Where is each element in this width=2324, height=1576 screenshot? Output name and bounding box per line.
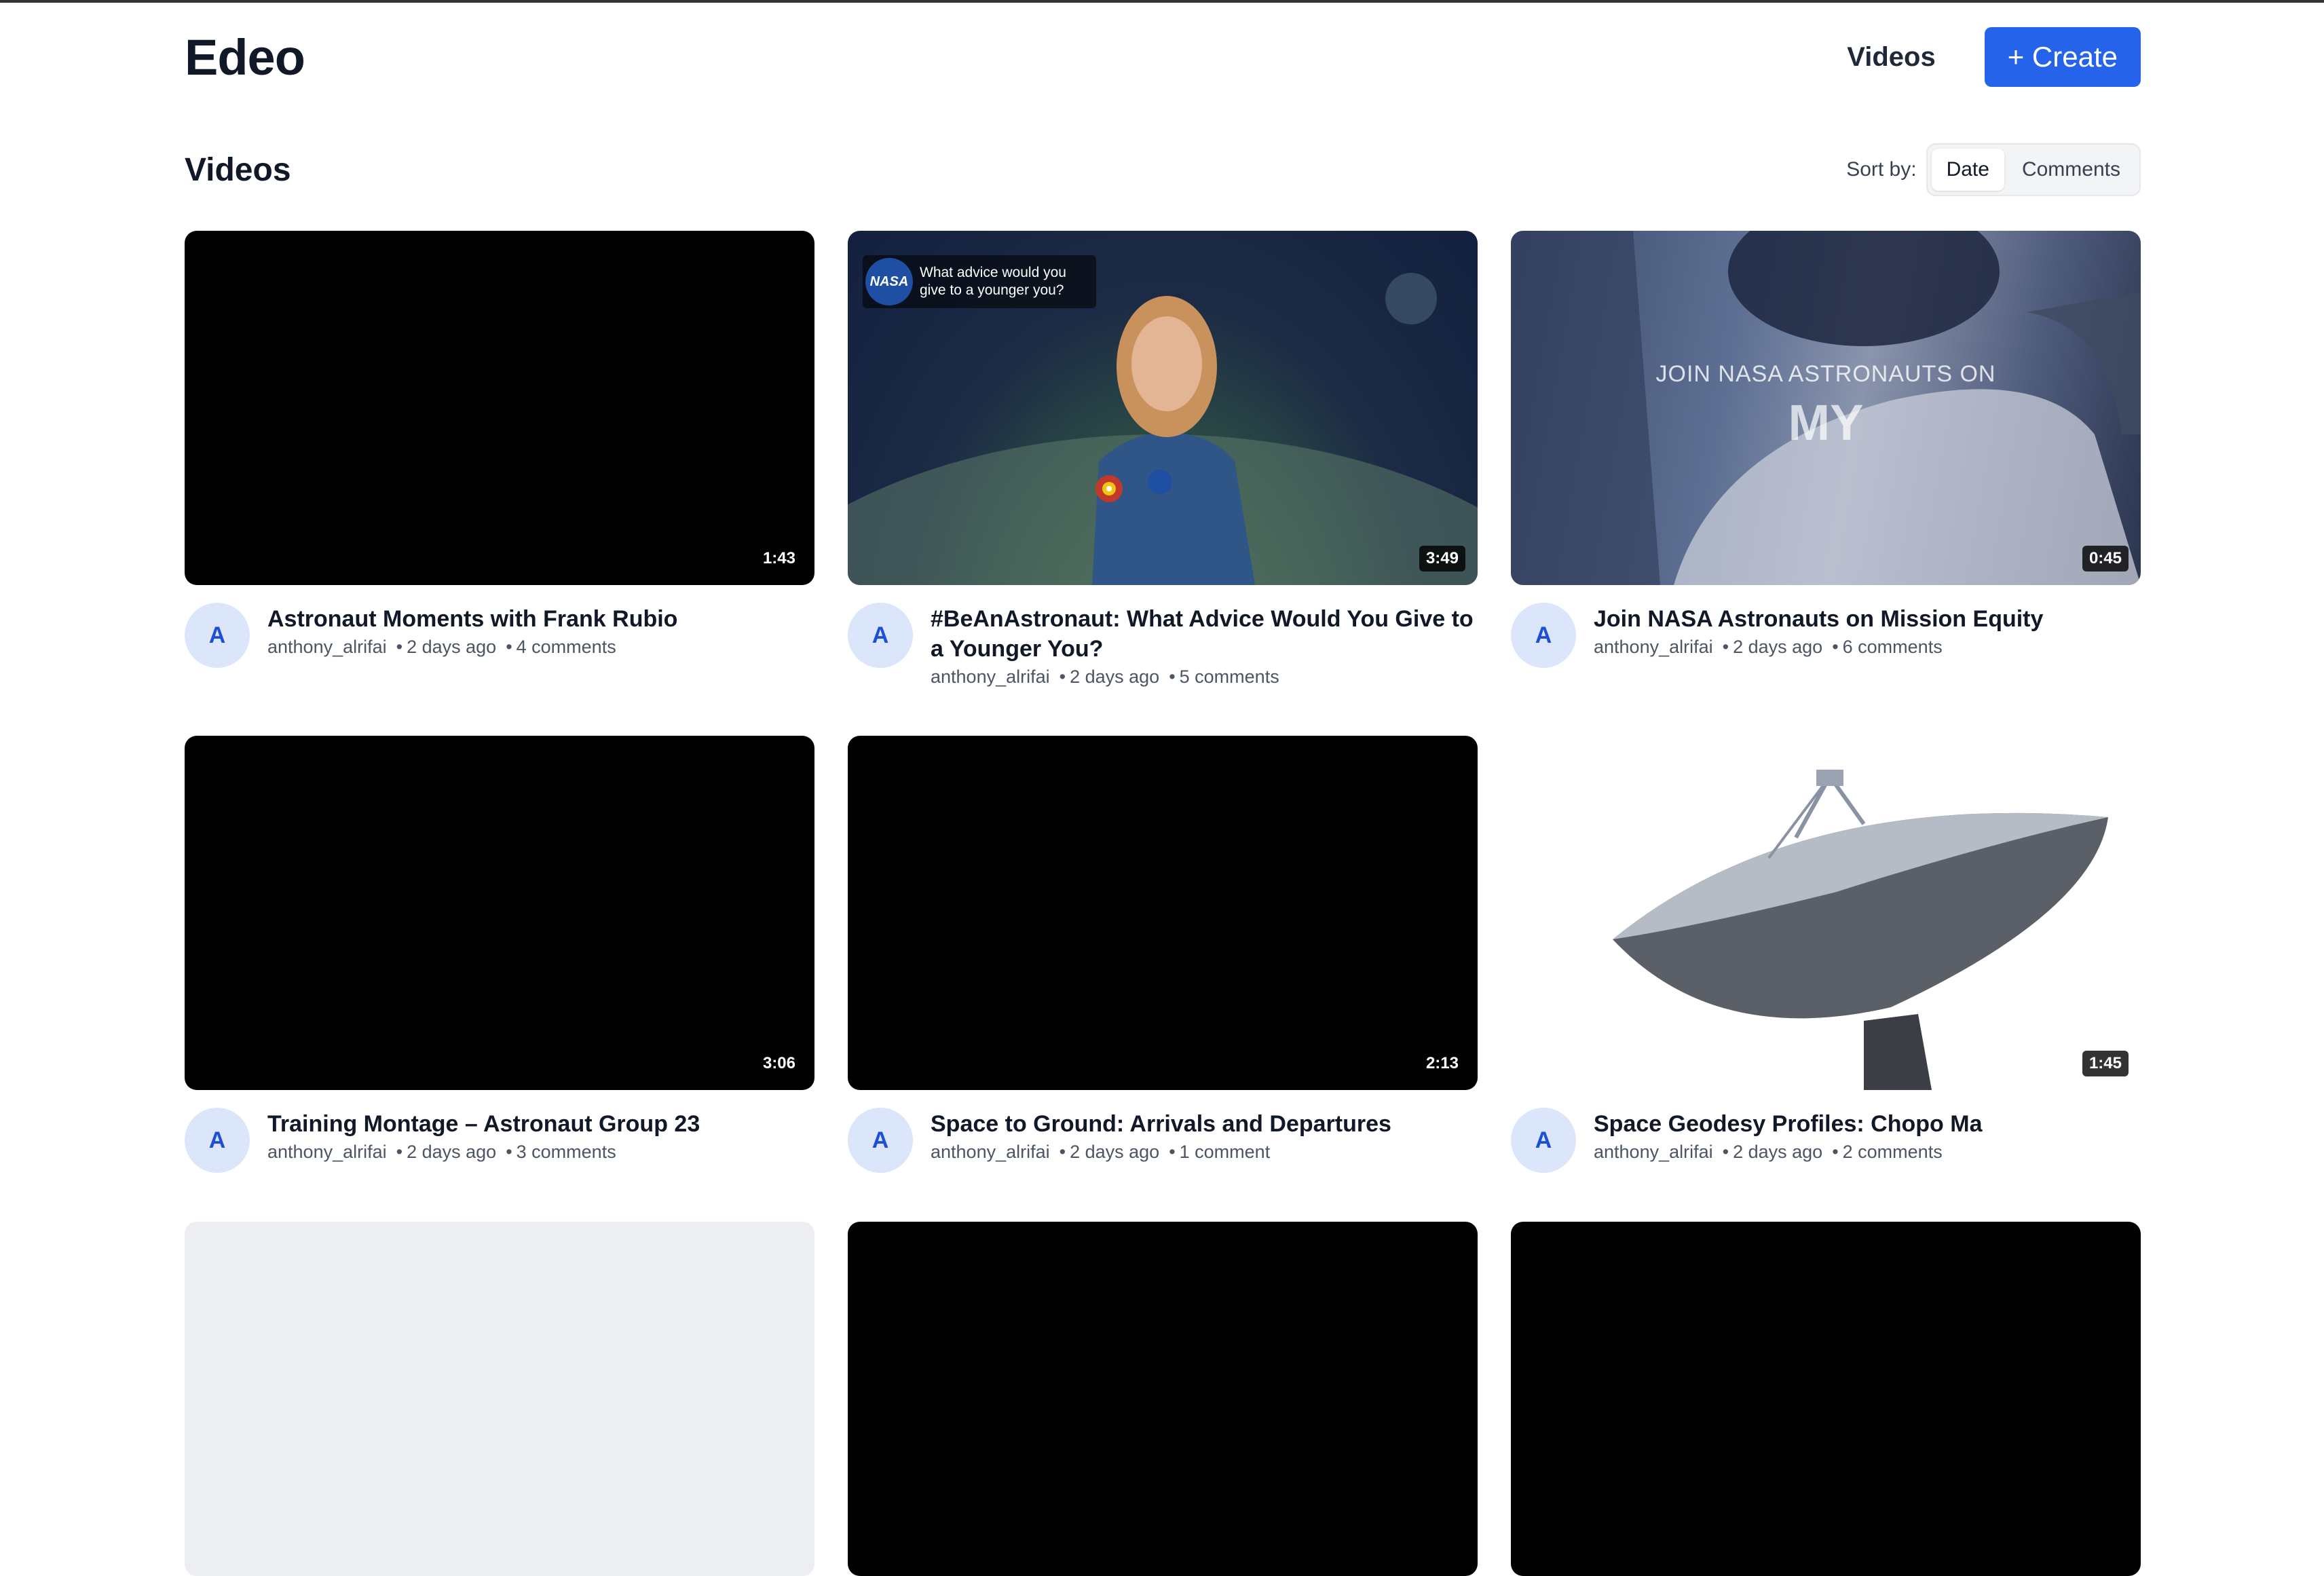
- video-thumbnail[interactable]: [848, 1222, 1478, 1576]
- video-thumbnail[interactable]: JOIN NASA ASTRONAUTS ON MY 0:45: [1511, 231, 2141, 585]
- video-card[interactable]: 1:45 A Space Geodesy Profiles: Chopo Ma …: [1511, 736, 2141, 1222]
- video-card[interactable]: [848, 1222, 1478, 1576]
- video-age: 2 days ago: [1060, 1142, 1159, 1163]
- video-author[interactable]: anthony_alrifai: [1594, 1142, 1713, 1163]
- video-grid: 1:43 A Astronaut Moments with Frank Rubi…: [185, 231, 2141, 1576]
- video-comments: 6 comments: [1832, 637, 1943, 658]
- video-title[interactable]: Training Montage – Astronaut Group 23: [267, 1109, 700, 1139]
- site-header: Edeo Videos + Create: [185, 0, 2141, 114]
- sort-control: Sort by: Date Comments: [1846, 143, 2141, 196]
- video-thumbnail[interactable]: 1:43: [185, 231, 814, 585]
- video-info: Space to Ground: Arrivals and Departures…: [931, 1108, 1391, 1222]
- sort-label: Sort by:: [1846, 158, 1917, 181]
- video-author[interactable]: anthony_alrifai: [931, 1142, 1050, 1163]
- video-meta: A Training Montage – Astronaut Group 23 …: [185, 1090, 814, 1222]
- video-subline: anthony_alrifai 2 days ago 2 comments: [1594, 1142, 1982, 1163]
- video-subline: anthony_alrifai 2 days ago 3 comments: [267, 1142, 700, 1163]
- video-meta: A Astronaut Moments with Frank Rubio ant…: [185, 585, 814, 736]
- video-comments: 2 comments: [1832, 1142, 1943, 1163]
- video-card[interactable]: JOIN NASA ASTRONAUTS ON MY 0:45 A Join N…: [1511, 231, 2141, 736]
- avatar[interactable]: A: [848, 1108, 913, 1173]
- video-meta: A Space Geodesy Profiles: Chopo Ma antho…: [1511, 1090, 2141, 1222]
- overlay-caption: What advice would you give to a younger …: [920, 265, 1066, 298]
- video-card[interactable]: [185, 1222, 814, 1576]
- nav-videos-link[interactable]: Videos: [1847, 42, 1935, 73]
- video-author[interactable]: anthony_alrifai: [931, 667, 1050, 688]
- video-info: Astronaut Moments with Frank Rubio antho…: [267, 603, 677, 736]
- video-author[interactable]: anthony_alrifai: [1594, 637, 1713, 658]
- video-comments: 1 comment: [1169, 1142, 1271, 1163]
- avatar[interactable]: A: [1511, 1108, 1576, 1173]
- video-meta: A Join NASA Astronauts on Mission Equity…: [1511, 585, 2141, 736]
- video-card[interactable]: 2:13 A Space to Ground: Arrivals and Dep…: [848, 736, 1478, 1222]
- video-thumbnail[interactable]: 1:45: [1511, 736, 2141, 1090]
- video-info: #BeAnAstronaut: What Advice Would You Gi…: [931, 603, 1478, 736]
- video-thumbnail[interactable]: [185, 1222, 814, 1576]
- video-info: Training Montage – Astronaut Group 23 an…: [267, 1108, 700, 1222]
- duration-badge: 1:45: [2082, 1051, 2129, 1076]
- video-age: 2 days ago: [396, 1142, 496, 1163]
- overlay-big-text: MY: [1788, 394, 1864, 451]
- video-card[interactable]: 1:43 A Astronaut Moments with Frank Rubi…: [185, 231, 814, 736]
- video-subline: anthony_alrifai 2 days ago 1 comment: [931, 1142, 1391, 1163]
- video-thumbnail[interactable]: 3:06: [185, 736, 814, 1090]
- video-age: 2 days ago: [1723, 1142, 1822, 1163]
- video-title[interactable]: Space Geodesy Profiles: Chopo Ma: [1594, 1109, 1982, 1139]
- top-nav: Videos + Create: [1847, 27, 2141, 87]
- avatar[interactable]: A: [848, 603, 913, 668]
- nasa-overlay-badge: NASA What advice would you give to a you…: [863, 255, 1096, 308]
- avatar[interactable]: A: [185, 603, 250, 668]
- avatar[interactable]: A: [1511, 603, 1576, 668]
- sort-segmented-control: Date Comments: [1926, 143, 2141, 196]
- page: Edeo Videos + Create Videos Sort by: Dat…: [185, 0, 2141, 1576]
- duration-badge: 3:06: [755, 1051, 802, 1076]
- video-age: 2 days ago: [1060, 667, 1159, 688]
- video-meta: A Space to Ground: Arrivals and Departur…: [848, 1090, 1478, 1222]
- duration-badge: 1:43: [755, 546, 802, 571]
- video-title[interactable]: Astronaut Moments with Frank Rubio: [267, 604, 677, 634]
- section-title: Videos: [185, 151, 291, 188]
- video-author[interactable]: anthony_alrifai: [267, 1142, 387, 1163]
- video-subline: anthony_alrifai 2 days ago 6 comments: [1594, 637, 2043, 658]
- overlay-headline: JOIN NASA ASTRONAUTS ON: [1655, 361, 1996, 387]
- video-title[interactable]: #BeAnAstronaut: What Advice Would You Gi…: [931, 604, 1478, 664]
- video-card[interactable]: NASA What advice would you give to a you…: [848, 231, 1478, 736]
- duration-badge: 0:45: [2082, 546, 2129, 571]
- video-title[interactable]: Join NASA Astronauts on Mission Equity: [1594, 604, 2043, 634]
- video-age: 2 days ago: [396, 637, 496, 658]
- video-info: Space Geodesy Profiles: Chopo Ma anthony…: [1594, 1108, 1982, 1222]
- avatar[interactable]: A: [185, 1108, 250, 1173]
- video-age: 2 days ago: [1723, 637, 1822, 658]
- video-card[interactable]: [1511, 1222, 2141, 1576]
- video-author[interactable]: anthony_alrifai: [267, 637, 387, 658]
- video-card[interactable]: 3:06 A Training Montage – Astronaut Grou…: [185, 736, 814, 1222]
- create-button[interactable]: + Create: [1984, 27, 2141, 87]
- sort-comments-button[interactable]: Comments: [2007, 149, 2135, 191]
- video-title[interactable]: Space to Ground: Arrivals and Departures: [931, 1109, 1391, 1139]
- video-subline: anthony_alrifai 2 days ago 4 comments: [267, 637, 677, 658]
- video-thumbnail[interactable]: NASA What advice would you give to a you…: [848, 231, 1478, 585]
- nasa-logo-icon: NASA: [865, 258, 913, 305]
- sort-date-button[interactable]: Date: [1931, 149, 2004, 191]
- video-meta: A #BeAnAstronaut: What Advice Would You …: [848, 585, 1478, 736]
- video-comments: 3 comments: [506, 1142, 616, 1163]
- site-logo[interactable]: Edeo: [185, 29, 305, 86]
- video-comments: 4 comments: [506, 637, 616, 658]
- duration-badge: 3:49: [1419, 546, 1465, 571]
- video-thumbnail[interactable]: [1511, 1222, 2141, 1576]
- video-subline: anthony_alrifai 2 days ago 5 comments: [931, 667, 1478, 688]
- radio-dish-image: [1613, 770, 2108, 1090]
- videos-toolbar: Videos Sort by: Date Comments: [185, 114, 2141, 225]
- video-info: Join NASA Astronauts on Mission Equity a…: [1594, 603, 2043, 736]
- video-thumbnail[interactable]: 2:13: [848, 736, 1478, 1090]
- duration-badge: 2:13: [1419, 1051, 1465, 1076]
- video-comments: 5 comments: [1169, 667, 1279, 688]
